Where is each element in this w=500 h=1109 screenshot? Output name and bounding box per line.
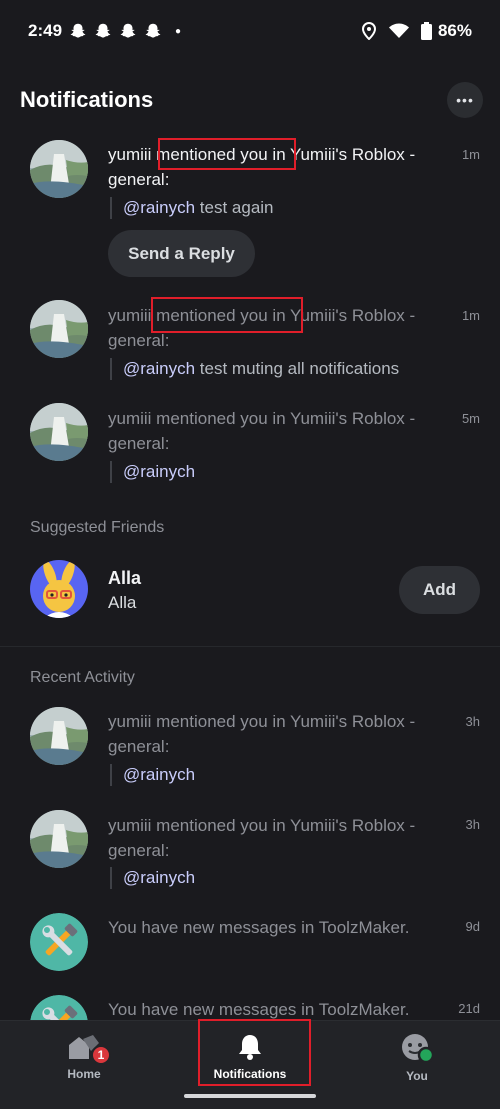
section-divider (0, 646, 500, 647)
home-badge: 1 (91, 1045, 111, 1065)
nav-home[interactable]: Home (24, 1033, 144, 1081)
mention-tag[interactable]: @rainych (123, 462, 195, 481)
quote-text: test muting all notifications (195, 359, 400, 378)
avatar (30, 403, 88, 461)
highlight-box (198, 1019, 311, 1086)
snapchat-icon (95, 23, 111, 38)
message-quote: @rainych test muting all notifications (110, 358, 399, 380)
recent-activity-label: Recent Activity (30, 669, 135, 686)
message-quote: @rainych test again (110, 197, 274, 219)
profile-avatar-icon (402, 1034, 434, 1063)
activity-time: 9d (465, 919, 480, 934)
avatar (30, 707, 88, 765)
highlight-box (158, 138, 296, 170)
activity-time: 21d (458, 1001, 480, 1016)
mention-tag[interactable]: @rainych (123, 359, 195, 378)
mention-tag[interactable]: @rainych (123, 765, 195, 784)
activity-time: 3h (465, 817, 480, 832)
snapchat-icon (70, 23, 86, 38)
add-friend-button[interactable]: Add (399, 566, 480, 614)
notification-time: 1m (461, 308, 480, 323)
mention-tag[interactable]: @rainych (123, 198, 195, 217)
activity-text: yumiii mentioned you in Yumiii's Roblox … (108, 712, 416, 756)
activity-time: 3h (465, 714, 480, 729)
nav-you[interactable]: You (357, 1033, 477, 1083)
notification-text: yumiii mentioned you in Yumiii's Roblox … (108, 409, 416, 453)
battery-percent: 86% (437, 21, 472, 40)
activity-text: yumiii mentioned you in Yumiii's Roblox … (108, 816, 416, 860)
notification-time: 5m (461, 411, 480, 426)
more-options-button[interactable]: ••• (447, 82, 483, 118)
activity-text: You have new messages in ToolzMaker. (108, 918, 410, 937)
more-icon: ••• (456, 92, 474, 108)
snapchat-icon (120, 23, 136, 38)
header: Notifications ••• (0, 78, 500, 122)
friend-avatar (30, 560, 88, 618)
wifi-icon (388, 23, 409, 38)
mention-tag[interactable]: @rainych (123, 868, 195, 887)
avatar (30, 300, 88, 358)
message-quote: @rainych (110, 461, 195, 483)
quote-text: test again (195, 198, 274, 217)
message-quote: @rainych (110, 764, 195, 786)
page-title: Notifications (20, 87, 154, 112)
notification-time: 1m (461, 147, 480, 162)
nav-you-label: You (406, 1069, 428, 1083)
highlight-box (151, 297, 303, 333)
battery-icon (420, 22, 432, 40)
avatar (30, 140, 88, 198)
gesture-bar[interactable] (184, 1094, 316, 1098)
notification-dot-icon: ● (175, 25, 182, 37)
friend-username: Alla (108, 593, 137, 612)
status-time: 2:49 (28, 21, 63, 40)
avatar (30, 810, 88, 868)
send-reply-button[interactable]: Send a Reply (108, 230, 255, 277)
nav-home-label: Home (67, 1067, 101, 1081)
location-icon (361, 22, 376, 40)
friend-name: Alla (108, 568, 142, 588)
server-avatar (30, 913, 88, 971)
suggested-friends-label: Suggested Friends (30, 519, 165, 536)
snapchat-icon (145, 23, 161, 38)
status-bar: 2:49 ● 86% (0, 0, 500, 62)
message-quote: @rainych (110, 867, 195, 889)
